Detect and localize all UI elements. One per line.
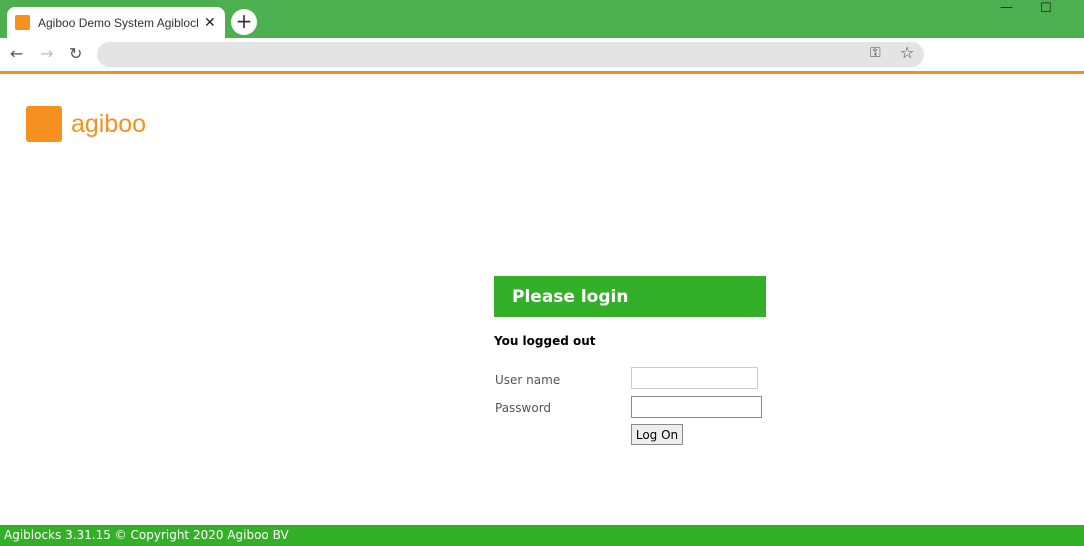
username-input[interactable] bbox=[631, 367, 758, 389]
orange-divider bbox=[0, 71, 1084, 74]
title-bar: Agiboo Demo System Agiblocks ✕ + — ☐ bbox=[0, 0, 1084, 38]
logo-text: agiboo bbox=[71, 109, 147, 138]
agiboo-logo: agiboo bbox=[26, 106, 146, 142]
reload-icon[interactable]: ↻ bbox=[69, 44, 82, 63]
password-label: Password bbox=[495, 401, 552, 415]
star-icon[interactable]: ☆ bbox=[900, 43, 914, 62]
logout-message: You logged out bbox=[494, 334, 596, 348]
agiboo-favicon-icon bbox=[15, 15, 30, 30]
forward-icon[interactable]: → bbox=[40, 44, 53, 63]
new-tab-button[interactable]: + bbox=[231, 9, 257, 35]
tab-title: Agiboo Demo System Agiblocks bbox=[38, 15, 198, 30]
footer: Agiblocks 3.31.15 © Copyright 2020 Agibo… bbox=[0, 525, 1084, 546]
log-on-button[interactable]: Log On bbox=[631, 424, 683, 445]
minimize-button[interactable]: — bbox=[1000, 0, 1013, 15]
hare-logo-icon bbox=[26, 106, 62, 142]
username-label: User name bbox=[495, 373, 561, 387]
address-bar[interactable]: ⚿ ☆ bbox=[97, 42, 924, 67]
browser-tab[interactable]: Agiboo Demo System Agiblocks ✕ bbox=[7, 7, 225, 38]
login-header: Please login bbox=[494, 276, 766, 317]
key-icon[interactable]: ⚿ bbox=[870, 45, 881, 61]
browser-toolbar: ← → ↻ ⚿ ☆ bbox=[0, 38, 1084, 71]
close-tab-icon[interactable]: ✕ bbox=[204, 15, 216, 31]
maximize-button[interactable]: ☐ bbox=[1040, 1, 1052, 16]
password-input[interactable] bbox=[631, 396, 762, 418]
back-icon[interactable]: ← bbox=[10, 44, 23, 63]
